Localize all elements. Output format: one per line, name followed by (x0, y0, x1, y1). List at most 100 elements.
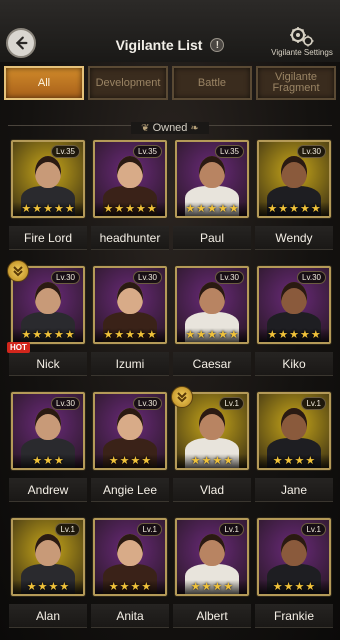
hero-name: Albert (173, 604, 251, 628)
hero-name: Vlad (173, 478, 251, 502)
star-icon: ★ (32, 455, 43, 467)
level-badge: Lv.1 (219, 397, 244, 410)
star-icon: ★ (32, 203, 43, 215)
star-icon: ★ (228, 203, 239, 215)
star-icon: ★ (305, 455, 316, 467)
star-icon: ★ (223, 455, 234, 467)
level-badge: Lv.30 (297, 145, 326, 158)
section-header: ❦ Owned ❧ (0, 118, 340, 136)
level-badge: Lv.1 (219, 523, 244, 536)
star-icon: ★ (130, 581, 141, 593)
star-icon: ★ (114, 203, 125, 215)
hero-head-shape (35, 156, 61, 188)
hero-card[interactable]: Lv.35 ★ ★ ★ ★ ★ (11, 140, 85, 218)
hero-card[interactable]: Lv.35 ★ ★ ★ ★ ★ (175, 140, 249, 218)
star-icon: ★ (299, 329, 310, 341)
hero-head-shape (117, 408, 143, 440)
hero-head-shape (281, 156, 307, 188)
filter-tabs: All Development Battle Vigilante Fragmen… (2, 66, 338, 104)
star-rating: ★ ★ ★ ★ ★ (13, 328, 83, 342)
level-badge: Lv.1 (301, 523, 326, 536)
hero-card[interactable]: Lv.30 ★ ★ ★ ★ ★ (93, 266, 167, 344)
star-icon: ★ (223, 581, 234, 593)
star-icon: ★ (43, 329, 53, 341)
tab-battle[interactable]: Battle (172, 66, 252, 100)
hero-name: Paul (173, 226, 251, 250)
star-icon: ★ (267, 203, 278, 215)
star-icon: ★ (37, 581, 48, 593)
star-rating: ★ ★ ★ ★ (259, 580, 329, 594)
hero-card[interactable]: Lv.35 ★ ★ ★ ★ ★ (93, 140, 167, 218)
star-icon: ★ (310, 203, 321, 215)
page-title: Vigilante List (115, 37, 203, 53)
tab-all[interactable]: All (4, 66, 84, 100)
hero-head-shape (117, 282, 143, 314)
tab-vigilante-fragment[interactable]: Vigilante Fragment (256, 66, 336, 100)
hero-head-shape (117, 156, 143, 188)
hero-name: Anita (91, 604, 169, 628)
star-icon: ★ (119, 581, 130, 593)
hero-head-shape (117, 534, 143, 566)
tab-development[interactable]: Development (88, 66, 168, 100)
upgrade-chevron-icon[interactable] (7, 260, 29, 282)
star-icon: ★ (21, 329, 32, 341)
settings-label: Vigilante Settings (271, 48, 333, 57)
star-icon: ★ (299, 203, 310, 215)
star-icon: ★ (190, 581, 201, 593)
star-icon: ★ (310, 329, 321, 341)
star-icon: ★ (294, 455, 305, 467)
star-icon: ★ (43, 455, 53, 467)
star-icon: ★ (283, 455, 294, 467)
hero-name: Andrew (9, 478, 87, 502)
hero-head-shape (199, 282, 225, 314)
star-icon: ★ (201, 455, 212, 467)
level-badge: Lv.30 (51, 397, 80, 410)
star-icon: ★ (53, 203, 64, 215)
hero-card[interactable]: Lv.30 ★ ★ ★ ★ ★ (257, 140, 331, 218)
hero-card[interactable]: Lv.1 ★ ★ ★ ★ (257, 392, 331, 470)
hero-name: Frankie (255, 604, 333, 628)
hero-card[interactable]: Lv.30 ★ ★ ★ ★ ★ (175, 266, 249, 344)
ornament-right-icon: ❧ (190, 123, 199, 134)
star-icon: ★ (141, 581, 152, 593)
info-icon[interactable]: ! (210, 38, 225, 52)
star-icon: ★ (130, 455, 141, 467)
star-icon: ★ (48, 581, 59, 593)
hero-name: Fire Lord (9, 226, 87, 250)
star-icon: ★ (289, 203, 299, 215)
hero-card[interactable]: Lv.1 ★ ★ ★ ★ (257, 518, 331, 596)
hero-name: Wendy (255, 226, 333, 250)
ornament-left-icon: ❦ (141, 123, 150, 134)
hero-card[interactable]: Lv.1 ★ ★ ★ ★ (175, 518, 249, 596)
star-icon: ★ (103, 329, 114, 341)
vigilante-settings-button[interactable]: Vigilante Settings (266, 26, 338, 57)
star-icon: ★ (135, 329, 146, 341)
hero-card[interactable]: Lv.30 ★ ★ ★ (11, 392, 85, 470)
star-icon: ★ (32, 329, 43, 341)
star-icon: ★ (21, 203, 32, 215)
star-rating: ★ ★ ★ ★ (95, 580, 165, 594)
star-icon: ★ (272, 455, 283, 467)
hero-card[interactable]: Lv.30 ★ ★ ★ ★ (93, 392, 167, 470)
section-title: Owned (152, 122, 188, 134)
star-rating: ★ ★ ★ ★ (259, 454, 329, 468)
gears-icon (290, 27, 314, 47)
star-icon: ★ (201, 581, 212, 593)
hero-name: Jane (255, 478, 333, 502)
hero-head-shape (281, 534, 307, 566)
star-icon: ★ (53, 455, 64, 467)
star-icon: ★ (267, 329, 278, 341)
hero-head-shape (281, 282, 307, 314)
hero-head-shape (199, 408, 225, 440)
hero-name: Angie Lee (91, 478, 169, 502)
hero-card[interactable]: Lv.1 ★ ★ ★ ★ (11, 518, 85, 596)
star-icon: ★ (146, 329, 157, 341)
level-badge: Lv.35 (133, 145, 162, 158)
upgrade-chevron-icon[interactable] (171, 386, 193, 408)
hero-card[interactable]: Lv.1 ★ ★ ★ ★ (93, 518, 167, 596)
star-icon: ★ (114, 329, 125, 341)
star-icon: ★ (294, 581, 305, 593)
star-icon: ★ (26, 581, 37, 593)
star-rating: ★ ★ ★ ★ (95, 454, 165, 468)
hero-card[interactable]: Lv.30 ★ ★ ★ ★ ★ (257, 266, 331, 344)
